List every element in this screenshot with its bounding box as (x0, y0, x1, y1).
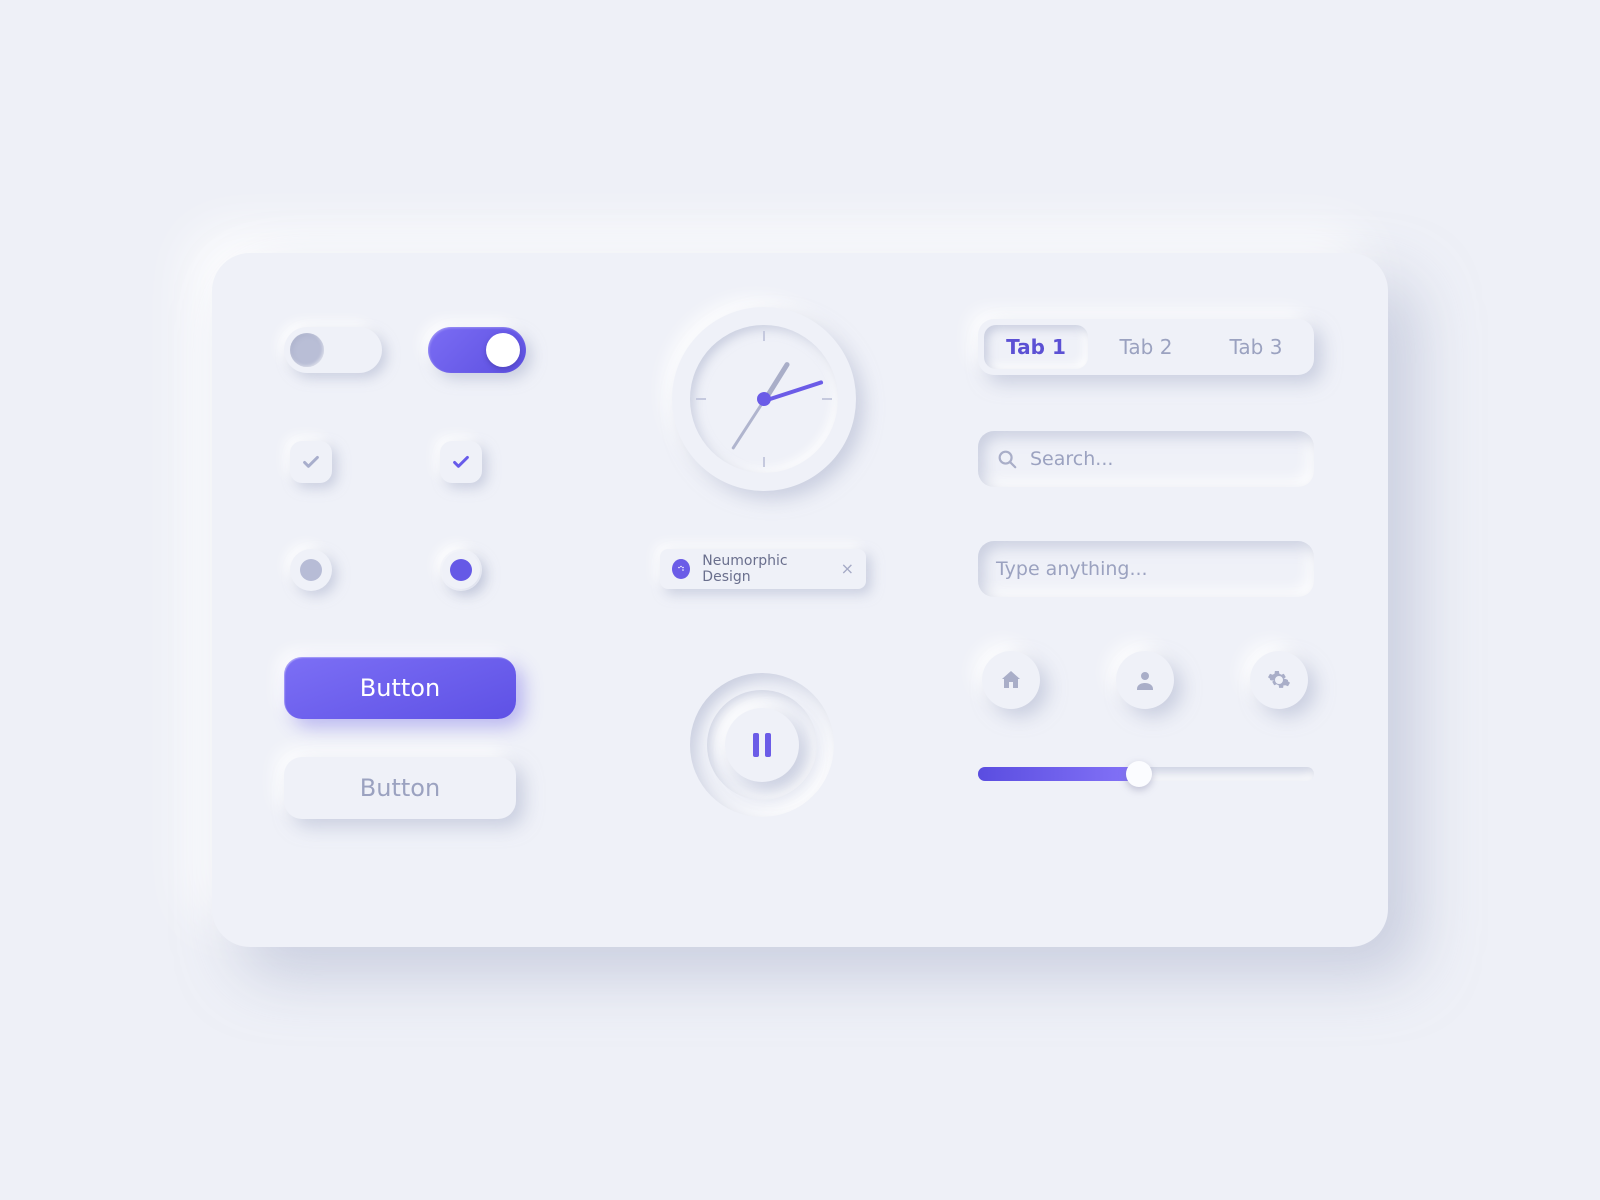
toggle-off[interactable] (284, 327, 382, 373)
search-icon (996, 448, 1018, 470)
slider-knob[interactable] (1126, 761, 1152, 787)
text-input-placeholder: Type anything... (996, 558, 1148, 580)
clock-center (757, 392, 771, 406)
toggle-on[interactable] (428, 327, 526, 373)
secondary-button[interactable]: Button (284, 757, 516, 819)
tab-3-label: Tab 3 (1230, 335, 1283, 359)
tab-2-label: Tab 2 (1120, 335, 1173, 359)
toggle-off-knob (290, 333, 324, 367)
chip[interactable]: Neumorphic Design × (660, 549, 866, 589)
clock-second-hand (731, 400, 765, 450)
tab-bar: Tab 1 Tab 2 Tab 3 (978, 319, 1314, 375)
radio-off[interactable] (290, 549, 332, 591)
home-button[interactable] (982, 651, 1040, 709)
radio-on-dot (450, 559, 472, 581)
toggle-on-knob (486, 333, 520, 367)
radio-on[interactable] (440, 549, 482, 591)
radio-off-dot (300, 559, 322, 581)
settings-button[interactable] (1250, 651, 1308, 709)
user-button[interactable] (1116, 651, 1174, 709)
palette-icon (672, 559, 690, 579)
check-icon (450, 451, 472, 473)
pause-button-outer (690, 673, 834, 817)
search-placeholder: Search... (1030, 448, 1113, 470)
pause-icon (753, 733, 759, 757)
gear-icon (1267, 668, 1291, 692)
slider-fill (978, 767, 1139, 781)
pause-icon (765, 733, 771, 757)
pause-button[interactable] (725, 708, 799, 782)
primary-button[interactable]: Button (284, 657, 516, 719)
chip-label: Neumorphic Design (702, 553, 828, 585)
checkbox-checked-style[interactable] (440, 441, 482, 483)
clock-face (690, 325, 838, 473)
user-icon (1133, 668, 1157, 692)
slider[interactable] (978, 767, 1314, 781)
tab-1[interactable]: Tab 1 (984, 325, 1088, 369)
clock (672, 307, 856, 491)
tab-2[interactable]: Tab 2 (1094, 325, 1198, 369)
check-icon (300, 451, 322, 473)
home-icon (999, 668, 1023, 692)
tab-1-label: Tab 1 (1006, 335, 1066, 359)
tab-3[interactable]: Tab 3 (1204, 325, 1308, 369)
text-input[interactable]: Type anything... (978, 541, 1314, 597)
secondary-button-label: Button (360, 774, 440, 802)
ui-kit-panel: Button Button Neumorphic Design × (212, 253, 1388, 947)
primary-button-label: Button (360, 674, 440, 702)
checkbox-unchecked-style[interactable] (290, 441, 332, 483)
search-input[interactable]: Search... (978, 431, 1314, 487)
close-icon[interactable]: × (841, 561, 854, 577)
pause-button-ring (707, 690, 817, 800)
